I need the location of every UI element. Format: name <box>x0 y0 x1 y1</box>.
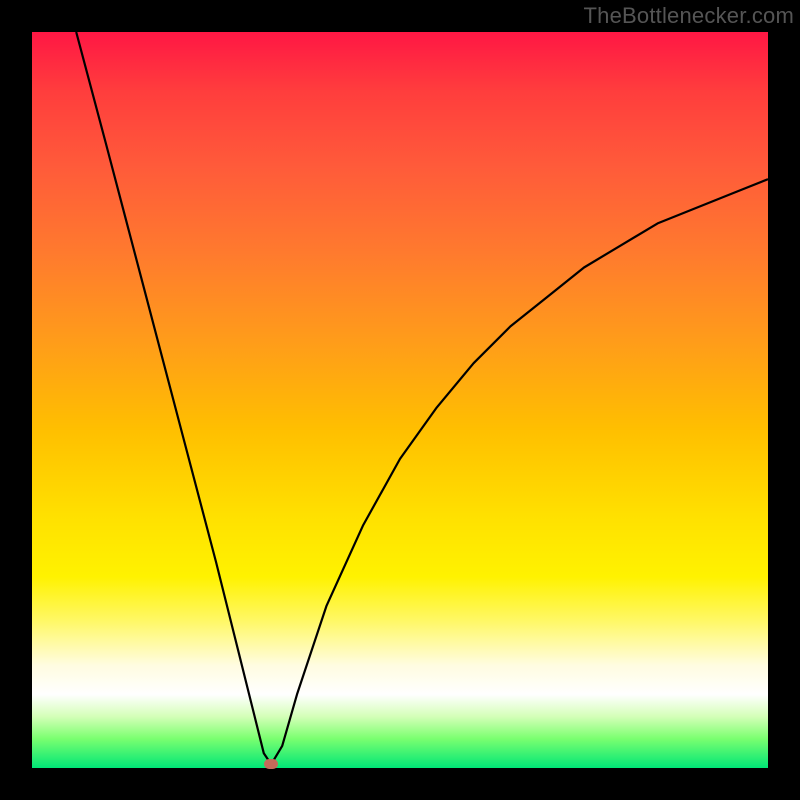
watermark-text: TheBottlenecker.com <box>584 3 794 29</box>
bottleneck-curve <box>76 32 768 764</box>
curve-svg <box>32 32 768 768</box>
chart-frame: TheBottlenecker.com <box>0 0 800 800</box>
plot-area <box>32 32 768 768</box>
optimum-marker <box>264 759 278 769</box>
